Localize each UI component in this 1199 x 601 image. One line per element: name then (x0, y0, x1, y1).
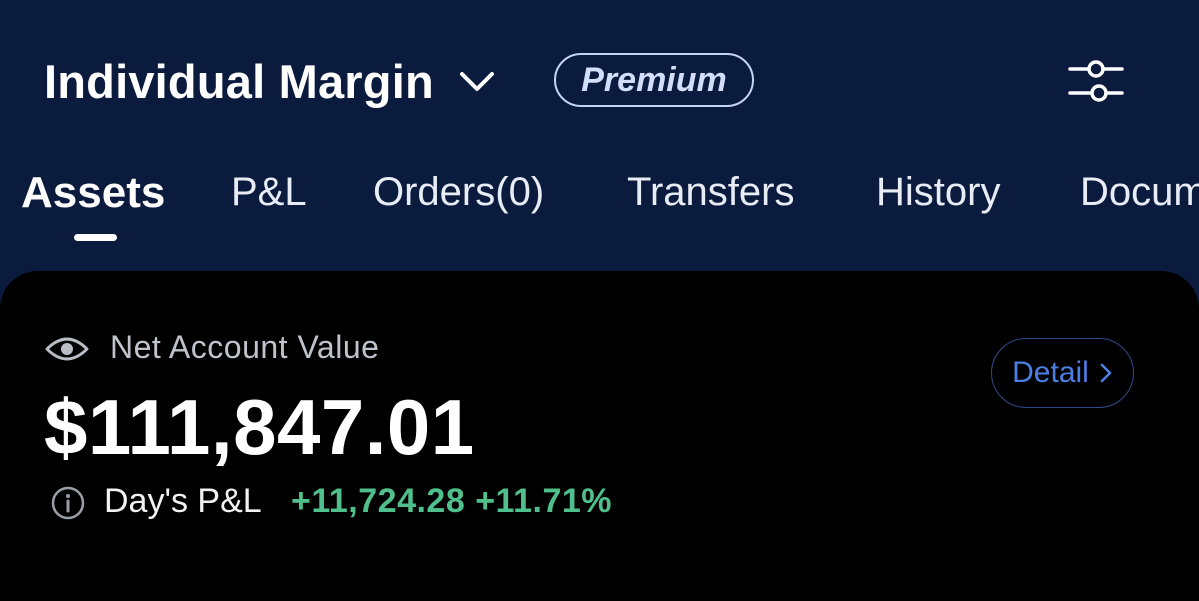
chevron-down-icon (459, 72, 494, 91)
tab-documents[interactable]: Documents (1080, 170, 1199, 215)
day-pnl-label: Day's P&L (104, 482, 262, 520)
day-pnl-percent: +11.71% (475, 482, 612, 520)
active-tab-indicator (74, 234, 117, 241)
tab-orders[interactable]: Orders(0) (373, 170, 544, 215)
tab-history[interactable]: History (876, 170, 1000, 215)
detail-button[interactable]: Detail (991, 338, 1134, 408)
tab-bar: Assets P&L Orders(0) Transfers History D… (0, 162, 1199, 252)
tab-transfers[interactable]: Transfers (627, 170, 794, 215)
info-icon[interactable] (51, 486, 85, 520)
day-pnl-value: +11,724.28 +11.71% (291, 482, 612, 521)
account-title: Individual Margin (44, 55, 434, 108)
tab-assets[interactable]: Assets (21, 168, 165, 218)
premium-badge[interactable]: Premium (554, 53, 754, 107)
tab-pnl[interactable]: P&L (231, 170, 307, 215)
detail-button-label: Detail (1012, 356, 1089, 389)
day-pnl-amount: +11,724.28 (291, 482, 466, 520)
chevron-right-icon (1100, 363, 1112, 383)
account-selector[interactable]: Individual Margin (44, 52, 496, 112)
net-account-value: $111,847.01 (44, 383, 475, 471)
net-account-value-label: Net Account Value (110, 329, 380, 365)
sliders-icon[interactable] (1066, 58, 1126, 104)
eye-icon[interactable] (45, 336, 89, 362)
account-header: Individual Margin Premium (0, 0, 1199, 150)
